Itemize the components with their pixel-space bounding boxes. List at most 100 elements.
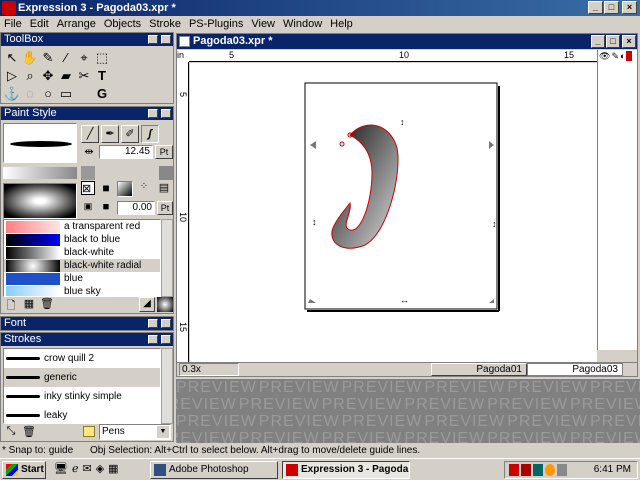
ie-icon[interactable]: ℯ	[72, 462, 79, 478]
lock-icon[interactable]: ◐	[620, 51, 625, 62]
fill-list-scrollbar[interactable]	[161, 219, 173, 297]
hand-tool-icon[interactable]: ✋	[21, 49, 39, 67]
offset-unit[interactable]: Pt	[157, 201, 173, 215]
ellipse-tool-icon[interactable]: ○	[39, 85, 57, 103]
fill-option-icon[interactable]: ▣	[81, 201, 95, 215]
menu-item-psplugins[interactable]: PS-Plugins	[185, 18, 247, 30]
linear-gradient-icon[interactable]: ◢	[139, 297, 155, 312]
zoom-tool-icon[interactable]: ⌕	[21, 67, 39, 85]
color-swatch[interactable]	[81, 166, 95, 180]
stroke-list-item[interactable]: generic	[4, 368, 160, 387]
menu-item-file[interactable]: File	[0, 18, 26, 30]
texture-fill-icon[interactable]: ▤	[157, 181, 171, 195]
solid-fill-icon[interactable]: ■	[99, 181, 113, 195]
taskbar-photoshop[interactable]: Adobe Photoshop	[150, 461, 278, 479]
menu-item-window[interactable]: Window	[279, 18, 326, 30]
offset-field[interactable]: 0.00	[117, 201, 155, 215]
eraser-tool-icon[interactable]: ▰	[57, 67, 75, 85]
horizontal-ruler[interactable]: 5 10 15	[189, 50, 597, 62]
color-swatch[interactable]	[159, 166, 173, 180]
menu-item-help[interactable]: Help	[326, 18, 357, 30]
doc-close-button[interactable]: ×	[622, 35, 636, 48]
fill-list-item[interactable]: a transparent red	[4, 220, 160, 233]
stroke-list-scrollbar[interactable]	[161, 348, 173, 424]
rectangle-tool-icon[interactable]: ▭	[57, 85, 75, 103]
sidebar-scrollbar[interactable]	[597, 350, 637, 362]
pen-stroke-icon[interactable]: ✒	[101, 125, 119, 143]
fill-list-item[interactable]: black-white radial	[4, 259, 160, 272]
stroke-list-item[interactable]: inky stinky simple	[4, 387, 160, 406]
radial-gradient-icon[interactable]	[157, 297, 173, 312]
app-launch-icon[interactable]: ▦	[108, 462, 118, 478]
app-launch-icon[interactable]: ◈	[96, 462, 104, 478]
horizontal-scrollbar[interactable]	[241, 363, 431, 376]
stroke-category-select[interactable]: Pens ▼	[99, 424, 171, 440]
eye-icon[interactable]: 👁	[599, 51, 610, 62]
minimize-button[interactable]: _	[588, 1, 603, 14]
subselect-tool-icon[interactable]: ▷	[3, 67, 21, 85]
doc-maximize-button[interactable]: □	[606, 35, 620, 48]
text-tool-icon[interactable]: T	[93, 67, 111, 85]
taskbar-expression[interactable]: Expression 3 - Pagoda...	[282, 461, 410, 479]
tray-icon[interactable]	[521, 464, 531, 476]
app-icon[interactable]	[2, 1, 16, 15]
tray-icon[interactable]	[545, 464, 555, 476]
delete-stroke-icon[interactable]: 🗑	[21, 425, 37, 439]
anchor-tool-icon[interactable]: ⚓	[3, 85, 21, 103]
fill-swatch-bar[interactable]	[3, 167, 77, 179]
zoom-level[interactable]: 0.3x	[179, 363, 239, 376]
fill-list-item[interactable]: black to blue	[4, 233, 160, 246]
scissors-tool-icon[interactable]: ✂	[75, 67, 93, 85]
menu-item-objects[interactable]: Objects	[100, 18, 145, 30]
panel-close-button[interactable]	[161, 35, 171, 44]
none-fill-icon[interactable]: ⊠	[81, 181, 95, 195]
document-icon[interactable]	[179, 36, 190, 47]
stroke-select-icon[interactable]: ⤡	[3, 425, 19, 439]
line-stroke-icon[interactable]: ╱	[81, 125, 99, 143]
menu-item-arrange[interactable]: Arrange	[53, 18, 100, 30]
page-tab-active[interactable]: Pagoda03	[527, 363, 623, 376]
chevron-down-icon[interactable]: ▼	[157, 426, 169, 438]
skeletal-stroke-icon[interactable]: ʃ	[141, 125, 159, 143]
close-button[interactable]: ×	[622, 1, 637, 14]
vertical-ruler[interactable]: 5 10 15	[177, 62, 189, 370]
speaker-icon[interactable]	[557, 464, 567, 476]
panel-close-button[interactable]	[161, 109, 171, 118]
menu-item-view[interactable]: View	[247, 18, 279, 30]
node-tool-icon[interactable]: ⌖	[75, 49, 93, 67]
tray-icon[interactable]	[509, 464, 519, 476]
brush-stroke-icon[interactable]: ✐	[121, 125, 139, 143]
arrow-tool-icon[interactable]: ↖	[3, 49, 21, 67]
panel-minimize-button[interactable]	[148, 319, 158, 328]
stroke-list-item[interactable]: leaky	[4, 406, 160, 423]
layer-row[interactable]: 👁 ✎ ◐	[598, 50, 637, 63]
new-style-icon[interactable]: 🗋	[3, 297, 19, 312]
pen-tool-icon[interactable]: ⁄	[57, 49, 75, 67]
transform-tool-icon[interactable]: ✥	[39, 67, 57, 85]
fill-option-icon[interactable]: ■	[99, 201, 113, 215]
delete-style-icon[interactable]: 🗑	[39, 297, 55, 311]
edit-icon[interactable]: ✎	[611, 51, 619, 62]
desktop-icon[interactable]: 🖥	[54, 462, 68, 478]
start-button[interactable]: Start	[2, 461, 46, 479]
guide-tool-icon[interactable]: G	[93, 85, 111, 103]
panel-minimize-button[interactable]	[148, 335, 158, 344]
brush-tool-icon[interactable]: ✎	[39, 49, 57, 67]
gradient-fill-icon[interactable]	[117, 181, 133, 197]
stroke-unit[interactable]: Pt	[155, 145, 173, 159]
edit-style-icon[interactable]: ▦	[21, 297, 37, 311]
clock[interactable]: 6:41 PM	[594, 462, 631, 478]
canvas[interactable]: ↕ ↕ ↔ ↕	[190, 63, 597, 369]
panel-close-button[interactable]	[161, 335, 171, 344]
menu-item-edit[interactable]: Edit	[26, 18, 53, 30]
stroke-width-field[interactable]: 12.45	[99, 145, 153, 159]
stroke-list-item[interactable]: crow quill 2	[4, 349, 160, 368]
magnify-tool-icon[interactable]: ◌	[21, 85, 39, 103]
tray-icon[interactable]	[533, 464, 543, 476]
marquee-tool-icon[interactable]: ⬚	[93, 49, 111, 67]
outlook-icon[interactable]: ✉	[82, 462, 91, 478]
doc-minimize-button[interactable]: _	[591, 35, 605, 48]
menu-item-stroke[interactable]: Stroke	[145, 18, 185, 30]
page-tab[interactable]: Pagoda01	[431, 363, 527, 376]
panel-minimize-button[interactable]	[148, 109, 158, 118]
